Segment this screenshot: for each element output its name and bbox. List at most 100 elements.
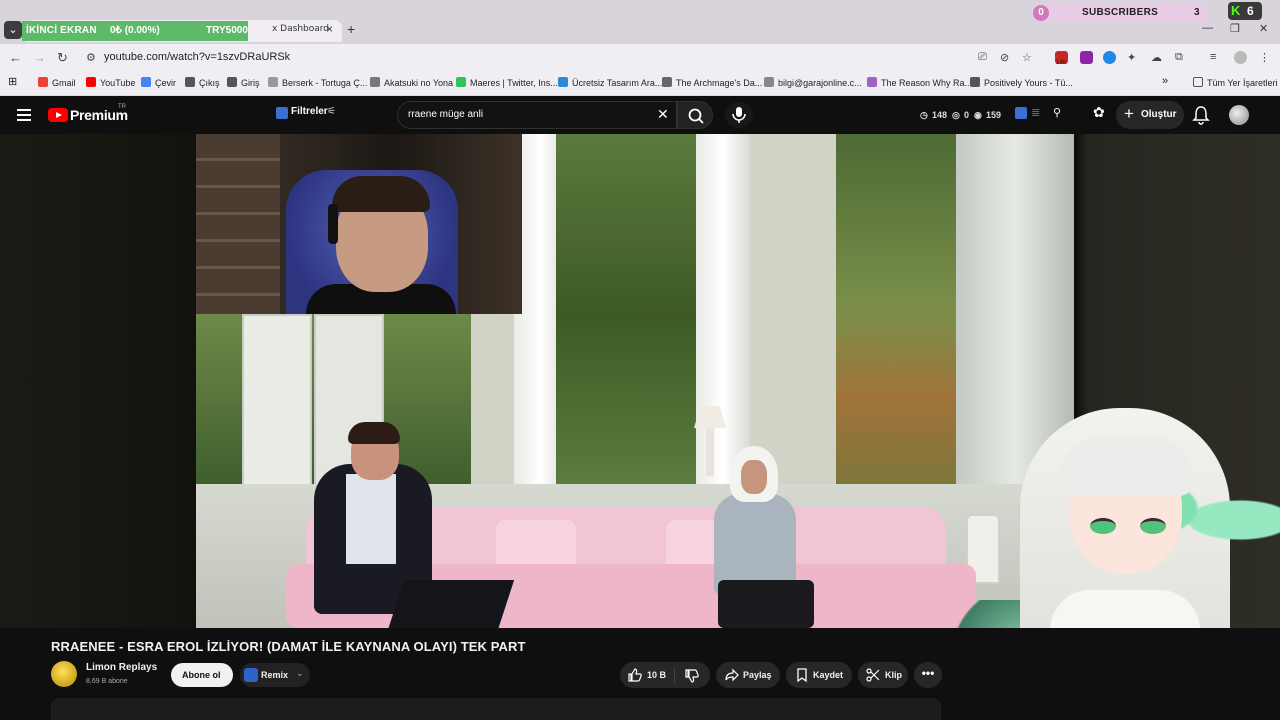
install-app-icon[interactable]: ⎚	[978, 51, 987, 64]
channel-avatar[interactable]	[51, 661, 77, 687]
more-actions-button[interactable]: •••	[914, 662, 942, 688]
sliders-icon[interactable]: ⚟	[327, 106, 336, 117]
bookmark-maeres[interactable]: Maeres | Twitter, Ins...	[456, 77, 558, 88]
address-bar[interactable]: youtube.com/watch?v=1szvDRaURSk	[104, 51, 290, 63]
like-dislike-group: 10 B	[620, 662, 710, 688]
extension-q-icon[interactable]	[1015, 107, 1027, 119]
folder-icon	[1193, 77, 1203, 87]
bookmark-archmage[interactable]: The Archmage's Da...	[662, 77, 762, 88]
search-icon	[688, 108, 704, 124]
microphone-icon	[732, 107, 746, 123]
bookmarks-overflow-icon[interactable]: »	[1162, 75, 1168, 87]
vtuber-eye-right	[1140, 518, 1166, 534]
akatsuki-icon	[370, 77, 380, 87]
scissors-icon	[866, 668, 880, 682]
search-input[interactable]: rraene müge anli ✕	[397, 101, 677, 129]
eye-off-icon[interactable]: ⊘	[1000, 51, 1009, 64]
create-button[interactable]: + Oluştur	[1116, 101, 1184, 129]
guest-woman-body	[714, 494, 796, 594]
stat-b: 159	[986, 110, 1002, 120]
stat-a: 0	[964, 110, 970, 120]
bookmark-gmail[interactable]: Gmail	[38, 77, 76, 88]
subscribe-button[interactable]: Abone ol	[171, 663, 233, 687]
canva-icon	[558, 77, 568, 87]
close-window-icon[interactable]: ✕	[1259, 22, 1268, 35]
bookmark-akatsuki[interactable]: Akatsuki no Yona	[370, 77, 453, 88]
extensions-puzzle-icon[interactable]: ⧉	[1175, 51, 1183, 64]
account-avatar[interactable]	[1229, 105, 1249, 125]
browser-menu-icon[interactable]: ⋮	[1259, 51, 1270, 64]
list-extension-icon[interactable]: ≣	[1031, 106, 1040, 119]
forward-icon[interactable]: →	[33, 50, 46, 65]
bookmark-giris[interactable]: Giriş	[227, 77, 260, 88]
extension-badge-count: 146	[1056, 60, 1067, 66]
reload-icon[interactable]: ↻	[57, 50, 68, 66]
clip-label: Klip	[885, 670, 902, 680]
clip-button[interactable]: Klip	[858, 662, 908, 688]
bookmark-star-icon[interactable]: ☆	[1022, 51, 1032, 64]
pin-extension-icon[interactable]: ⚲	[1053, 106, 1061, 119]
doc-icon	[227, 77, 237, 87]
guest-man-legs	[387, 580, 515, 628]
stat-views: 148	[932, 110, 948, 120]
bookmark-ucretsiz[interactable]: Ücretsiz Tasarım Ara...	[558, 77, 662, 88]
notifications-bell-icon[interactable]	[1192, 105, 1210, 125]
share-button[interactable]: Paylaş	[716, 662, 780, 688]
extension-cloud-icon[interactable]: ☁	[1151, 51, 1162, 64]
kick-logo-icon: K	[1231, 3, 1241, 18]
filter-extension-icon[interactable]	[276, 107, 288, 119]
bookmark-cikis[interactable]: Çıkış	[185, 77, 220, 88]
bookmark-berserk[interactable]: Berserk - Tortuga Ç...	[268, 77, 367, 88]
back-icon[interactable]: ←	[9, 50, 22, 65]
chevron-down-icon[interactable]: ⌄	[296, 668, 304, 679]
like-icon[interactable]	[627, 667, 643, 683]
new-tab-button[interactable]: +	[347, 21, 355, 37]
bookmark-youtube[interactable]: YouTube	[86, 77, 135, 88]
bookmark-cevir[interactable]: Çevir	[141, 77, 176, 88]
reason-why-icon	[867, 77, 877, 87]
channel-name[interactable]: Limon Replays	[86, 662, 157, 673]
extension-bulb-icon[interactable]: ✦	[1127, 51, 1136, 64]
extension-icon-1[interactable]	[1080, 51, 1093, 64]
bookmark-reason-why[interactable]: The Reason Why Ra...	[867, 77, 972, 88]
browser-tab-strip: ⌄ x Dashboard × İKİNCİ EKRAN 0₺ (0.00%) …	[0, 0, 1280, 44]
voice-search-button[interactable]	[725, 102, 753, 128]
filters-button[interactable]: Filtreler	[291, 106, 328, 117]
youtube-icon	[86, 77, 96, 87]
tab-search-button[interactable]: ⌄	[4, 21, 22, 39]
stat-eye-icon: ◉	[974, 110, 982, 120]
clear-search-icon[interactable]: ✕	[657, 106, 669, 123]
save-label: Kaydet	[813, 670, 844, 680]
gear-extension-icon[interactable]: ✿	[1093, 104, 1105, 121]
region-code: TR	[118, 104, 126, 110]
extension-icon-2[interactable]	[1103, 51, 1116, 64]
restore-icon[interactable]: ❐	[1230, 22, 1240, 35]
bookmark-garajonline[interactable]: bilgi@garajonline.c...	[764, 77, 862, 88]
guest-man-shirt	[346, 474, 396, 564]
headphones-icon	[328, 204, 338, 244]
site-info-icon[interactable]: ⚙	[86, 51, 96, 64]
plus-icon: +	[1124, 104, 1134, 123]
subscribers-goal: 3	[1194, 7, 1200, 18]
youtube-logo-icon[interactable]	[48, 108, 68, 122]
menu-icon[interactable]	[17, 109, 31, 121]
set-garden-window	[556, 134, 696, 494]
like-count[interactable]: 10 B	[647, 670, 666, 680]
save-button[interactable]: Kaydet	[786, 662, 852, 688]
reading-list-icon[interactable]: ≡	[1210, 51, 1216, 63]
dislike-icon[interactable]	[684, 668, 700, 684]
tab-title: x Dashboard	[272, 24, 330, 34]
kick-badge: K 6	[1228, 2, 1262, 20]
streamer-facecam	[196, 134, 522, 314]
clock-icon: ◷	[920, 110, 928, 120]
tab-close-icon[interactable]: ×	[326, 22, 333, 36]
subscribers-overlay: 0 SUBSCRIBERS 3	[1032, 4, 1208, 22]
apps-grid-icon[interactable]: ⊞	[8, 75, 17, 88]
search-button[interactable]	[677, 101, 713, 129]
profile-avatar-icon[interactable]	[1234, 51, 1247, 64]
minimize-icon[interactable]: —	[1202, 22, 1213, 34]
remix-button[interactable]: Remix ⌄	[240, 663, 310, 687]
bookmark-positively-yours[interactable]: Positively Yours - Tü...	[970, 77, 1073, 88]
all-bookmarks-folder[interactable]: Tüm Yer İşaretleri	[1193, 77, 1278, 88]
description-box[interactable]	[51, 698, 941, 720]
